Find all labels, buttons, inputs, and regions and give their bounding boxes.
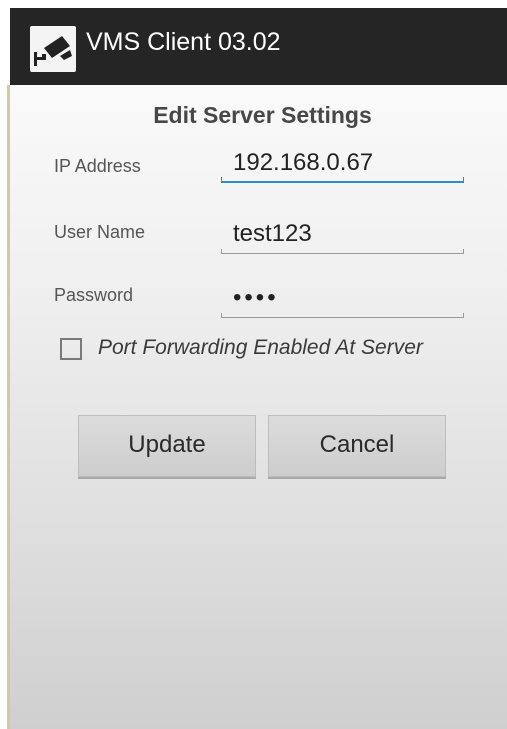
app-title: VMS Client 03.02	[86, 28, 281, 56]
dialog-heading: Edit Server Settings	[153, 102, 372, 128]
input-underline	[221, 253, 464, 254]
input-underline-tick	[463, 313, 464, 318]
input-underline-tick	[463, 177, 464, 183]
port-forwarding-label: Port Forwarding Enabled At Server	[98, 336, 423, 359]
cancel-button[interactable]: Cancel	[268, 415, 446, 477]
cctv-camera-icon	[30, 26, 76, 72]
input-underline	[221, 317, 464, 318]
input-underline-tick	[221, 313, 222, 318]
input-underline-tick	[221, 177, 222, 183]
port-forwarding-checkbox[interactable]	[60, 338, 82, 360]
ip-address-label: IP Address	[54, 156, 141, 176]
user-name-value: test123	[233, 220, 312, 247]
ip-address-value: 192.168.0.67	[233, 149, 374, 176]
user-name-input[interactable]: test123	[221, 218, 464, 254]
port-forwarding-option[interactable]: Port Forwarding Enabled At Server	[60, 333, 507, 367]
password-label: Password	[54, 285, 134, 305]
screen: VMS Client 03.02 Edit Server Settings IP…	[0, 0, 507, 729]
user-name-label: User Name	[54, 222, 146, 242]
settings-panel: Edit Server Settings IP Address 192.168.…	[10, 85, 507, 729]
password-value: ••••	[233, 284, 279, 311]
action-bar: VMS Client 03.02	[10, 8, 507, 85]
ip-address-input[interactable]: 192.168.0.67	[221, 147, 464, 183]
input-underline-tick	[463, 249, 464, 254]
password-input[interactable]: ••••	[221, 282, 464, 318]
input-underline	[221, 181, 464, 183]
update-button[interactable]: Update	[78, 415, 256, 477]
input-underline-tick	[221, 249, 222, 254]
